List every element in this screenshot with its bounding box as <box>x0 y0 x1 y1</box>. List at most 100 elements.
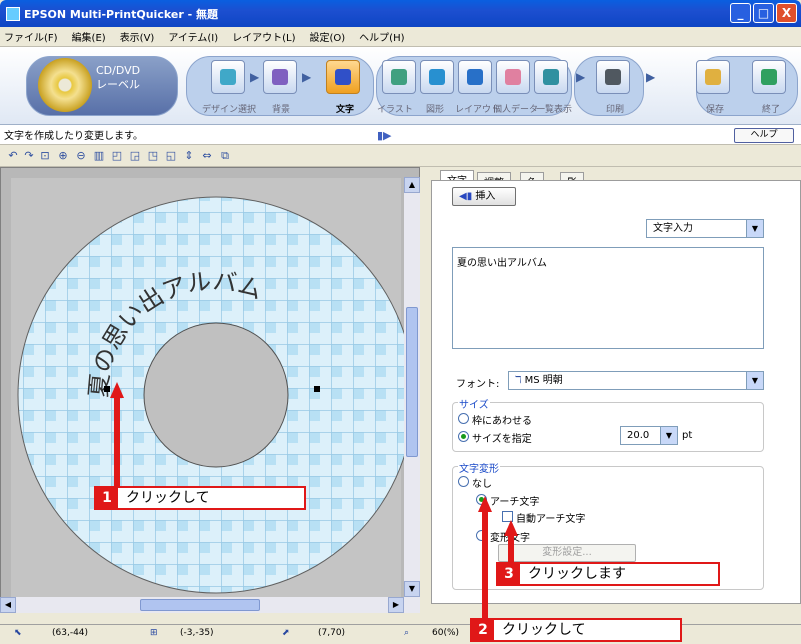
zoom-icon: ⌕ <box>404 628 410 638</box>
input-mode-select[interactable]: 文字入力 ▼ <box>646 219 764 238</box>
horizontal-scroll-thumb[interactable] <box>140 599 260 611</box>
vertical-scroll-thumb[interactable] <box>406 307 418 457</box>
expand-panel-icon[interactable]: ▮▶ <box>377 129 392 142</box>
copy-format-icon[interactable]: ⊡ <box>38 149 52 163</box>
vertical-scrollbar[interactable]: ▲ ▼ <box>404 177 420 597</box>
layout-button[interactable] <box>458 60 492 94</box>
list-view-button[interactable] <box>534 60 568 94</box>
redo-icon[interactable]: ↷ <box>22 149 36 163</box>
app-icon <box>6 6 20 21</box>
size-select[interactable]: 20.0 ▼ <box>620 426 678 445</box>
status-message: 文字を作成したり変更します。 <box>4 131 143 142</box>
illustration-button[interactable] <box>382 60 416 94</box>
exit-label: 終了 <box>762 105 781 115</box>
menu-item[interactable]: アイテム(I) <box>168 29 218 44</box>
personal-data-label: 個人データ <box>493 105 539 115</box>
menu-view[interactable]: 表示(V) <box>120 29 155 44</box>
font-value: MS 明朝 <box>524 375 563 386</box>
chevron-down-icon: ▼ <box>660 427 677 444</box>
delete-icon[interactable]: ▥ <box>92 149 106 163</box>
menu-help[interactable]: ヘルプ(H) <box>359 29 404 44</box>
callout-1-text: クリックして <box>126 490 210 506</box>
title-bar: EPSON Multi-PrintQuicker - 無題 <box>0 0 801 27</box>
scroll-right-icon[interactable]: ▶ <box>388 597 404 613</box>
exit-icon <box>761 69 777 85</box>
callout-2-arrow <box>482 506 488 624</box>
help-button[interactable]: ヘルプ <box>734 128 794 143</box>
mode-label-line2: レーベル <box>96 78 141 91</box>
personal-data-button[interactable] <box>496 60 530 94</box>
design-select-button[interactable] <box>211 60 245 94</box>
insert-button[interactable]: ◀▮ 挿入 <box>452 187 516 206</box>
menu-settings[interactable]: 設定(O) <box>309 29 345 44</box>
background-icon <box>272 69 288 85</box>
design-select-icon <box>220 69 236 85</box>
cursor-position: (63,-44) <box>52 628 89 638</box>
insert-label: 挿入 <box>475 191 496 202</box>
arch-text-label: アーチ文字 <box>490 497 540 508</box>
callout-3-number: 3 <box>498 564 520 584</box>
cd-hole <box>143 322 289 468</box>
design-select-label: デザイン選択 <box>202 105 257 115</box>
shape-label: 図形 <box>426 105 445 115</box>
bring-forward-icon[interactable]: ◳ <box>146 149 160 163</box>
menu-edit[interactable]: 編集(E) <box>72 29 106 44</box>
send-backward-icon[interactable]: ◱ <box>164 149 178 163</box>
object-position: (-3,-35) <box>180 628 214 638</box>
callout-3-arrow-head <box>504 520 518 536</box>
scroll-down-icon[interactable]: ▼ <box>404 581 420 597</box>
list-view-icon <box>543 69 559 85</box>
text-button[interactable] <box>326 60 360 94</box>
callout-1-arrow <box>114 392 120 492</box>
shape-button[interactable] <box>420 60 454 94</box>
arrow-icon: ▶ <box>250 70 260 84</box>
maximize-button[interactable]: □ <box>753 3 774 23</box>
undo-icon[interactable]: ↶ <box>6 149 20 163</box>
list-view-label: 一覧表示 <box>536 105 573 115</box>
callout-1: 1 クリックして <box>94 486 306 510</box>
scroll-up-icon[interactable]: ▲ <box>404 177 420 193</box>
send-back-icon[interactable]: ◲ <box>128 149 142 163</box>
callout-1-arrow-head <box>110 382 124 398</box>
fit-frame-label: 枠にあわせる <box>472 416 532 427</box>
print-icon <box>605 69 621 85</box>
insert-arrow-icon: ◀▮ <box>459 191 473 202</box>
auto-arch-label: 自動アーチ文字 <box>516 514 586 525</box>
minimize-button[interactable]: _ <box>730 3 751 23</box>
transform-group-title: 文字変形 <box>458 460 500 475</box>
size-value: 20.0 <box>627 430 650 441</box>
size-group-title: サイズ <box>458 396 490 411</box>
illustration-icon <box>391 69 407 85</box>
save-button[interactable] <box>696 60 730 94</box>
bring-front-icon[interactable]: ◰ <box>110 149 124 163</box>
scroll-left-icon[interactable]: ◀ <box>0 597 16 613</box>
close-button[interactable]: X <box>776 3 797 23</box>
exit-button[interactable] <box>752 60 786 94</box>
shape-icon <box>429 69 445 85</box>
zoom-out-icon[interactable]: ⊖ <box>74 149 88 163</box>
menu-layout[interactable]: レイアウト(L) <box>232 29 295 44</box>
zoom-in-icon[interactable]: ⊕ <box>56 149 70 163</box>
fit-frame-radio[interactable] <box>458 413 469 424</box>
input-mode-value: 文字入力 <box>653 223 693 234</box>
callout-1-number: 1 <box>96 488 118 508</box>
object-size: (7,70) <box>318 628 346 638</box>
illustration-label: イラスト <box>377 105 413 115</box>
align-vertical-icon[interactable]: ⇕ <box>182 149 196 163</box>
menu-file[interactable]: ファイル(F) <box>4 29 58 44</box>
none-radio[interactable] <box>458 476 469 487</box>
text-input-area[interactable]: 夏の思い出アルバム <box>452 247 764 349</box>
design-canvas[interactable]: 夏の思い出アルバム <box>0 167 420 607</box>
selection-handle[interactable] <box>314 386 320 392</box>
font-select[interactable]: ℸ MS 明朝 ▼ <box>508 371 764 390</box>
align-horizontal-icon[interactable]: ⇔ <box>200 149 214 163</box>
print-label: 印刷 <box>606 105 625 115</box>
callout-2: 2 クリックして <box>470 618 682 642</box>
print-button[interactable] <box>596 60 630 94</box>
group-icon[interactable]: ⧉ <box>218 149 232 163</box>
background-button[interactable] <box>263 60 297 94</box>
specify-size-radio[interactable] <box>458 431 469 442</box>
chevron-down-icon: ▼ <box>746 372 763 389</box>
layout-icon <box>467 69 483 85</box>
horizontal-scrollbar[interactable]: ◀ ▶ <box>0 597 420 613</box>
